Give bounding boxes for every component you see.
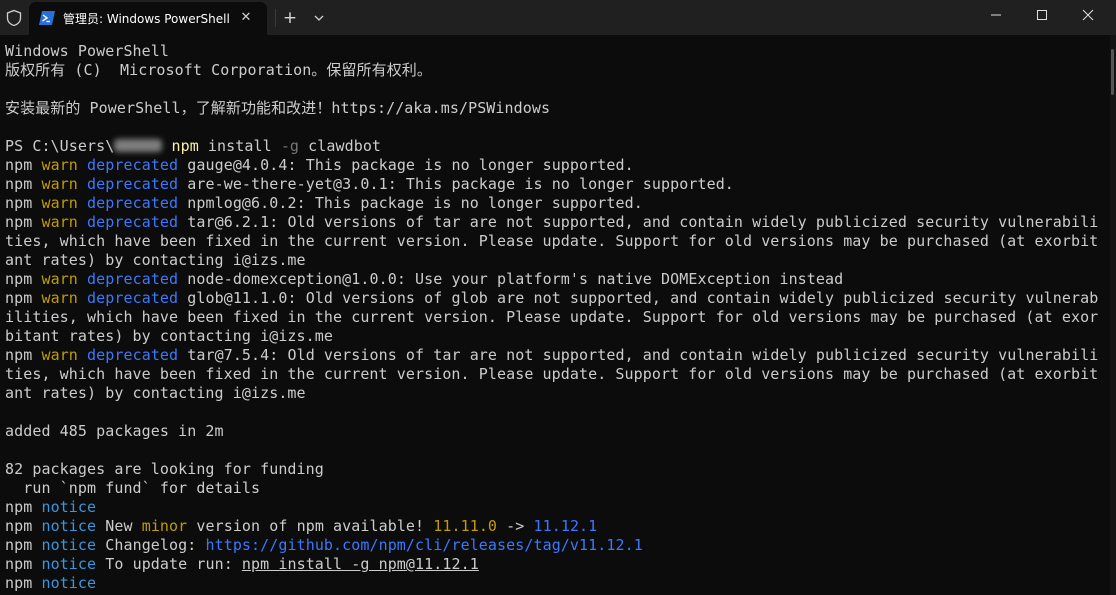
new-version: 11.12.1 [533,517,598,535]
tab-powershell[interactable]: 管理员: Windows PowerShell ✕ [29,2,267,35]
warn-continuation: bitant rates) by contacting i@izs.me [5,327,333,345]
command-flag: -g [280,137,300,155]
copyright-line: 版权所有 (C) Microsoft Corporation。保留所有权利。 [5,61,432,79]
shield-icon [6,9,22,27]
added-summary: added 485 packages in 2m [5,422,224,440]
maximize-button[interactable] [1019,0,1065,30]
warn-line: npm warn deprecated gauge@4.0.4: This pa… [5,156,634,174]
chevron-down-icon[interactable] [309,8,329,28]
prompt-path: PS C:\Users\ [5,137,115,155]
warn-continuation: ilities, which have been fixed in the cu… [5,308,1099,326]
warn-line: npm warn deprecated are-we-there-yet@3.0… [5,175,734,193]
warn-continuation: ant rates) by contacting i@izs.me [5,384,306,402]
changelog-link[interactable]: https://github.com/npm/cli/releases/tag/… [205,536,642,554]
title-bar: 管理员: Windows PowerShell ✕ + [0,0,1116,35]
notice-line: npm notice [5,498,97,516]
close-window-button[interactable] [1065,0,1111,30]
new-tab-button[interactable]: + [279,7,301,29]
minimize-button[interactable] [973,0,1019,30]
minimize-icon [991,14,1001,16]
notice-line: npm notice New minor version of npm avai… [5,517,598,535]
prompt-line: PS C:\Users\ npm install -g clawdbot [5,137,382,155]
notice-line: npm notice To update run: npm install -g… [5,555,479,573]
warn-line: npm warn deprecated npmlog@6.0.2: This p… [5,194,643,212]
notice-line: npm notice Changelog: https://github.com… [5,536,643,554]
maximize-icon [1037,10,1047,20]
header-line: Windows PowerShell [5,42,169,60]
warn-continuation: ant rates) by contacting i@izs.me [5,251,306,269]
install-hint-line: 安装最新的 PowerShell，了解新功能和改进！https://aka.ms… [5,99,551,117]
redacted-username [114,139,163,152]
close-tab-button[interactable]: ✕ [238,10,254,26]
tab-divider [275,9,276,27]
warn-line: npm warn deprecated glob@11.1.0: Old ver… [5,289,1099,307]
funding-hint: run `npm fund` for details [5,479,261,497]
old-version: 11.11.0 [433,517,498,535]
command-name: npm [171,137,199,155]
notice-line: npm notice [5,574,97,592]
warn-line: npm warn deprecated node-domexception@1.… [5,270,844,288]
warn-continuation: ties, which have been fixed in the curre… [5,365,1099,383]
tab-title: 管理员: Windows PowerShell [63,12,230,26]
funding-line: 82 packages are looking for funding [5,460,324,478]
update-command[interactable]: npm install -g npm@11.12.1 [242,555,479,573]
close-icon [1082,9,1094,21]
warn-line: npm warn deprecated tar@6.2.1: Old versi… [5,213,1099,231]
scrollbar-thumb[interactable] [1111,49,1114,95]
powershell-icon [39,11,55,25]
warn-continuation: ties, which have been fixed in the curre… [5,232,1099,250]
warn-line: npm warn deprecated tar@7.5.4: Old versi… [5,346,1099,364]
scrollbar[interactable] [1110,35,1116,595]
